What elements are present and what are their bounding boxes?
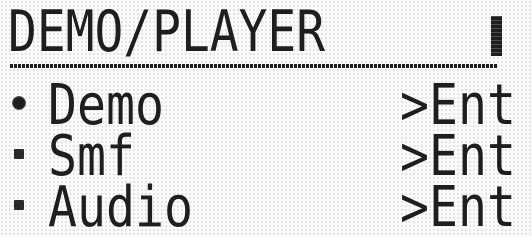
bullet-icon [14,149,24,159]
enter-action-label: >Ent [400,175,516,237]
title-underline [10,64,498,68]
menu-item-label: Audio [48,175,193,237]
scroll-indicator [491,16,502,56]
screen-title: DEMO/PLAYER [8,0,326,65]
lcd-display: DEMO/PLAYER Demo >Ent Smf >Ent Audio >En… [0,0,532,237]
bullet-icon [14,200,24,210]
selection-cursor-icon [12,96,26,110]
menu-item-audio[interactable]: Audio >Ent [0,175,532,237]
